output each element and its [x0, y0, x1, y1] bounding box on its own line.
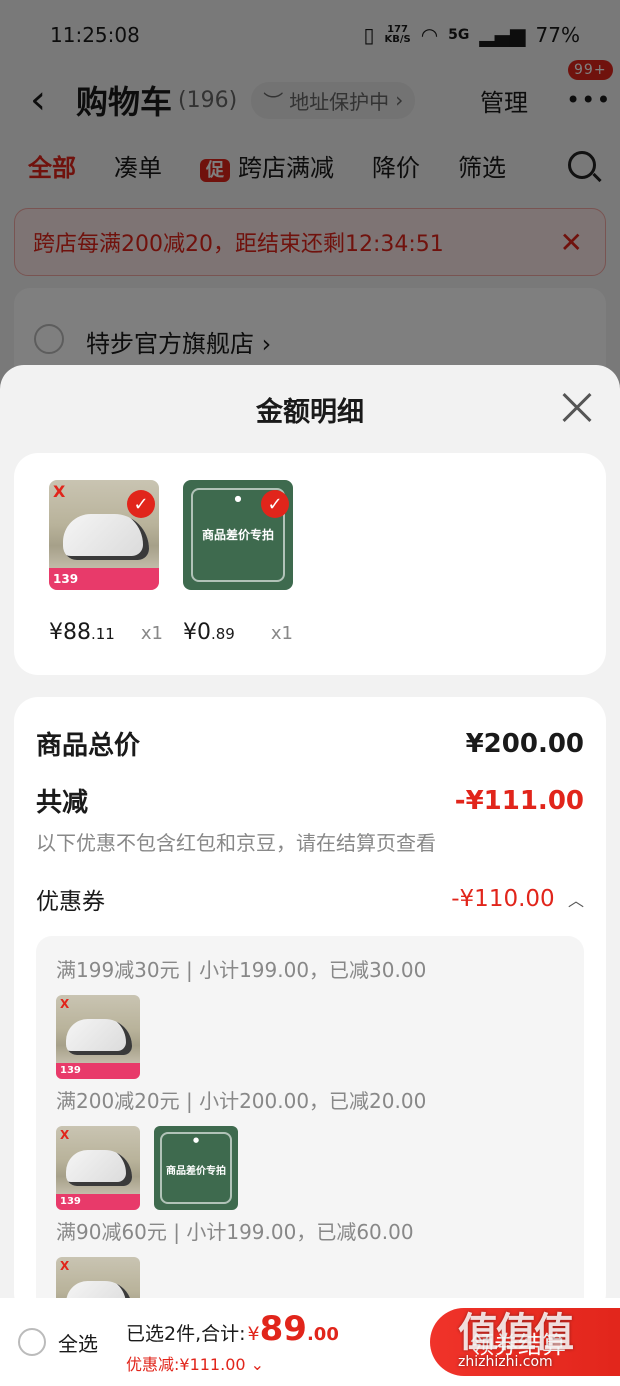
item-price: ¥88.11: [49, 620, 115, 645]
total-value: ¥200.00: [465, 728, 584, 759]
thumbnail-caption: 商品差价专拍: [166, 1166, 226, 1177]
total-amount-decimal: .00: [306, 1324, 339, 1345]
selected-item[interactable]: X ✓ 139 ¥88.11 x1: [49, 480, 163, 675]
thumbnail-price-tag: 139: [56, 1063, 140, 1079]
brand-logo-icon: X: [60, 1128, 70, 1142]
item-quantity: x1: [140, 623, 163, 644]
thumbnail-brand: ●: [192, 1136, 200, 1144]
thumbnail-price-tag: 139: [49, 568, 159, 590]
brand-logo-icon: X: [60, 997, 70, 1011]
shoe-image: [66, 1019, 132, 1055]
discount-text: 优惠减:¥111.00: [126, 1355, 246, 1374]
item-meta: ¥88.11 x1: [49, 620, 163, 645]
selected-count-text: 已选2件,合计:: [126, 1323, 246, 1345]
watermark-logo: 值值值: [458, 1310, 574, 1356]
amount-details-sheet: 金额明细 X ✓ 139 ¥88.11 x1 ● 商品差价专拍 ✓ ¥0.89 …: [0, 365, 620, 1386]
chevron-down-icon: ⌄: [250, 1355, 265, 1374]
checkmark-icon: ✓: [127, 490, 155, 518]
brand-logo-icon: X: [60, 1259, 70, 1273]
product-thumbnail: X 139: [56, 1126, 140, 1210]
thumbnail-price-tag: 139: [56, 1194, 140, 1210]
product-thumbnail: ● 商品差价专拍 ✓: [183, 480, 293, 590]
coupon-row[interactable]: 优惠券 -¥110.00 ︿: [36, 882, 584, 916]
coupon-rule: 满200减20元 | 小计200.00，已减20.00: [56, 1089, 427, 1113]
coupon-breakdown: 满199减30元 | 小计199.00，已减30.00 X 139 满200减2…: [36, 936, 584, 1356]
reduction-label: 共减: [36, 788, 89, 818]
product-thumbnail: X ✓ 139: [49, 480, 159, 590]
selected-items-card: X ✓ 139 ¥88.11 x1 ● 商品差价专拍 ✓ ¥0.89 x1: [14, 453, 606, 675]
checkmark-icon: ✓: [261, 490, 289, 518]
brand-logo-icon: X: [53, 482, 66, 501]
reduction-note: 以下优惠不包含红包和京豆，请在结算页查看: [36, 831, 436, 855]
coupon-items: X 139 ● 商品差价专拍: [56, 1126, 564, 1210]
product-thumbnail: ● 商品差价专拍: [154, 1126, 238, 1210]
coupon-rule: 满199减30元 | 小计199.00，已减30.00: [56, 958, 427, 982]
close-icon[interactable]: [562, 393, 592, 423]
coupon-items: X 139: [56, 995, 564, 1079]
shoe-image: [66, 1150, 132, 1186]
thumbnail-caption: 商品差价专拍: [201, 528, 274, 542]
currency-symbol: ¥: [247, 1323, 260, 1345]
price-detail-card: 商品总价 ¥200.00 共减 -¥111.00 以下优惠不包含红包和京豆，请在…: [14, 697, 606, 1356]
select-all-label[interactable]: 全选: [58, 1328, 98, 1357]
shoe-image: [63, 514, 149, 560]
reduction-row: 共减 -¥111.00: [36, 782, 584, 819]
selected-item[interactable]: ● 商品差价专拍 ✓ ¥0.89 x1: [183, 480, 293, 675]
sheet-title: 金额明细: [256, 396, 364, 428]
chevron-up-icon: ︿: [567, 891, 584, 910]
coupon-rule: 满90减60元 | 小计199.00，已减60.00: [56, 1220, 414, 1244]
total-amount-integer: 89: [259, 1309, 307, 1349]
discount-toggle[interactable]: 优惠减:¥111.00 ⌄: [126, 1351, 339, 1375]
total-line: 已选2件,合计: ¥ 89 .00: [126, 1309, 339, 1349]
item-quantity: x1: [270, 623, 293, 644]
product-thumbnail: X 139: [56, 995, 140, 1079]
item-meta: ¥0.89 x1: [183, 620, 293, 645]
site-watermark: 值值值 zhizhizhi.com: [458, 1300, 608, 1384]
checkout-summary: 已选2件,合计: ¥ 89 .00 优惠减:¥111.00 ⌄: [126, 1309, 339, 1375]
total-row: 商品总价 ¥200.00: [36, 725, 584, 762]
item-price: ¥0.89: [183, 620, 235, 645]
coupon-label: 优惠券: [36, 889, 105, 915]
coupon-amount: -¥110.00 ︿: [451, 886, 584, 912]
watermark-url: zhizhizhi.com: [458, 1354, 553, 1370]
sheet-header: 金额明细: [0, 365, 620, 453]
select-all-radio[interactable]: [18, 1328, 46, 1356]
reduction-value: -¥111.00: [454, 785, 584, 816]
total-label: 商品总价: [36, 731, 141, 761]
coupon-value: -¥110.00: [451, 886, 555, 912]
